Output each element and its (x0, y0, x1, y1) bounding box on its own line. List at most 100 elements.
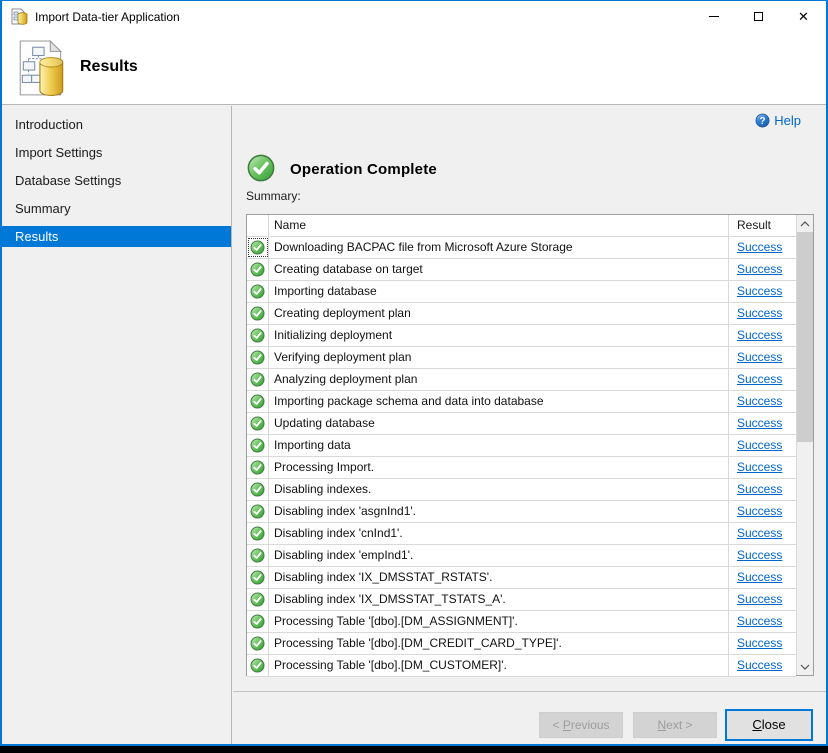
table-row[interactable]: Creating database on target Success (247, 259, 796, 281)
table-row[interactable]: Processing Import. Success (247, 457, 796, 479)
success-link[interactable]: Success (737, 526, 782, 540)
success-check-icon (250, 416, 265, 431)
success-link[interactable]: Success (737, 262, 782, 276)
success-link[interactable]: Success (737, 372, 782, 386)
success-link[interactable]: Success (737, 614, 782, 628)
table-row[interactable]: Importing data Success (247, 435, 796, 457)
success-link[interactable]: Success (737, 438, 782, 452)
row-status-cell (247, 589, 269, 610)
table-row[interactable]: Processing Table '[dbo].[DM_CREDIT_CARD_… (247, 633, 796, 655)
window-title: Import Data-tier Application (35, 9, 180, 24)
scroll-down-button[interactable] (797, 658, 813, 675)
row-name: Disabling indexes. (269, 479, 729, 500)
sidebar-item-database-settings[interactable]: Database Settings (2, 170, 231, 191)
row-result-cell: Success (729, 501, 796, 522)
minimize-button[interactable] (691, 1, 736, 32)
table-row[interactable]: Disabling indexes. Success (247, 479, 796, 501)
table-row[interactable]: Disabling index 'empInd1'. Success (247, 545, 796, 567)
table-row[interactable]: Analyzing deployment plan Success (247, 369, 796, 391)
row-name: Analyzing deployment plan (269, 369, 729, 390)
table-row[interactable]: Disabling index 'IX_DMSSTAT_RSTATS'. Succ… (247, 567, 796, 589)
app-icon (11, 8, 28, 25)
sidebar-item-results[interactable]: Results (2, 226, 231, 247)
row-status-cell (247, 325, 269, 346)
success-link[interactable]: Success (737, 592, 782, 606)
row-name: Processing Table '[dbo].[DM_ASSIGNMENT]'… (269, 611, 729, 632)
success-link[interactable]: Success (737, 328, 782, 342)
success-check-icon (250, 262, 265, 277)
row-status-cell (247, 567, 269, 588)
footer-divider (233, 691, 826, 692)
row-name: Disabling index 'cnInd1'. (269, 523, 729, 544)
scroll-up-button[interactable] (797, 215, 813, 232)
header-result-cell: Result (737, 218, 772, 232)
row-result-cell: Success (729, 325, 796, 346)
next-button[interactable]: Next > (633, 712, 717, 738)
close-button[interactable]: Close (725, 709, 813, 741)
table-row[interactable]: Processing Table '[dbo].[DM_ASSIGNMENT]'… (247, 611, 796, 633)
row-name: Processing Table '[dbo].[DM_CREDIT_CARD_… (269, 633, 729, 654)
success-link[interactable]: Success (737, 570, 782, 584)
success-link[interactable]: Success (737, 548, 782, 562)
sidebar-item-introduction[interactable]: Introduction (2, 114, 231, 135)
row-result-cell: Success (729, 479, 796, 500)
row-result-cell: Success (729, 413, 796, 434)
success-check-icon (250, 372, 265, 387)
row-name: Importing data (269, 435, 729, 456)
success-link[interactable]: Success (737, 240, 782, 254)
table-row[interactable]: Importing database Success (247, 281, 796, 303)
table-header-row: Name Result (247, 215, 796, 237)
maximize-button[interactable] (736, 1, 781, 32)
row-result-cell: Success (729, 611, 796, 632)
table-row[interactable]: Disabling index 'IX_DMSSTAT_TSTATS_A'. Su… (247, 589, 796, 611)
success-link[interactable]: Success (737, 658, 782, 672)
success-check-icon (250, 240, 265, 255)
success-link[interactable]: Success (737, 636, 782, 650)
row-name: Downloading BACPAC file from Microsoft A… (269, 237, 729, 258)
row-name: Importing database (269, 281, 729, 302)
operation-status-heading: Operation Complete (290, 161, 437, 178)
previous-button[interactable]: < Previous (539, 712, 623, 738)
success-link[interactable]: Success (737, 306, 782, 320)
row-result-cell: Success (729, 391, 796, 412)
table-row[interactable]: Disabling index 'cnInd1'. Success (247, 523, 796, 545)
scrollbar-thumb[interactable] (797, 232, 813, 442)
row-status-cell (247, 369, 269, 390)
table-row[interactable]: Creating deployment plan Success (247, 303, 796, 325)
row-status-cell (247, 611, 269, 632)
table-row[interactable]: Importing package schema and data into d… (247, 391, 796, 413)
success-link[interactable]: Success (737, 504, 782, 518)
table-row[interactable]: Updating database Success (247, 413, 796, 435)
vertical-scrollbar[interactable] (796, 215, 813, 675)
success-link[interactable]: Success (737, 460, 782, 474)
sidebar-item-import-settings[interactable]: Import Settings (2, 142, 231, 163)
row-name: Disabling index 'IX_DMSSTAT_TSTATS_A'. (269, 589, 729, 610)
success-link[interactable]: Success (737, 394, 782, 408)
help-link[interactable]: ? Help (755, 113, 801, 128)
titlebar: Import Data-tier Application ✕ (2, 1, 826, 32)
table-row[interactable]: Processing Table '[dbo].[DM_CUSTOMER]'. S… (247, 655, 796, 677)
table-row[interactable]: Verifying deployment plan Success (247, 347, 796, 369)
success-check-icon (250, 592, 265, 607)
data-tier-application-icon (19, 40, 64, 96)
table-row[interactable]: Downloading BACPAC file from Microsoft A… (247, 237, 796, 259)
table-row[interactable]: Initializing deployment Success (247, 325, 796, 347)
success-check-icon (250, 438, 265, 453)
success-check-icon (250, 306, 265, 321)
success-link[interactable]: Success (737, 350, 782, 364)
success-link[interactable]: Success (737, 482, 782, 496)
row-name: Disabling index 'empInd1'. (269, 545, 729, 566)
success-link[interactable]: Success (737, 416, 782, 430)
success-check-icon (250, 526, 265, 541)
success-check-icon (250, 460, 265, 475)
row-result-cell: Success (729, 347, 796, 368)
sidebar-item-summary[interactable]: Summary (2, 198, 231, 219)
close-window-button[interactable]: ✕ (781, 1, 826, 32)
close-icon: ✕ (798, 9, 809, 24)
success-link[interactable]: Success (737, 284, 782, 298)
table-row[interactable]: Disabling index 'asgnInd1'. Success (247, 501, 796, 523)
table-rows-area: Name Result Downloading BACPAC file from… (247, 215, 796, 677)
success-check-icon (250, 570, 265, 585)
row-name: Creating deployment plan (269, 303, 729, 324)
row-status-cell (247, 479, 269, 500)
